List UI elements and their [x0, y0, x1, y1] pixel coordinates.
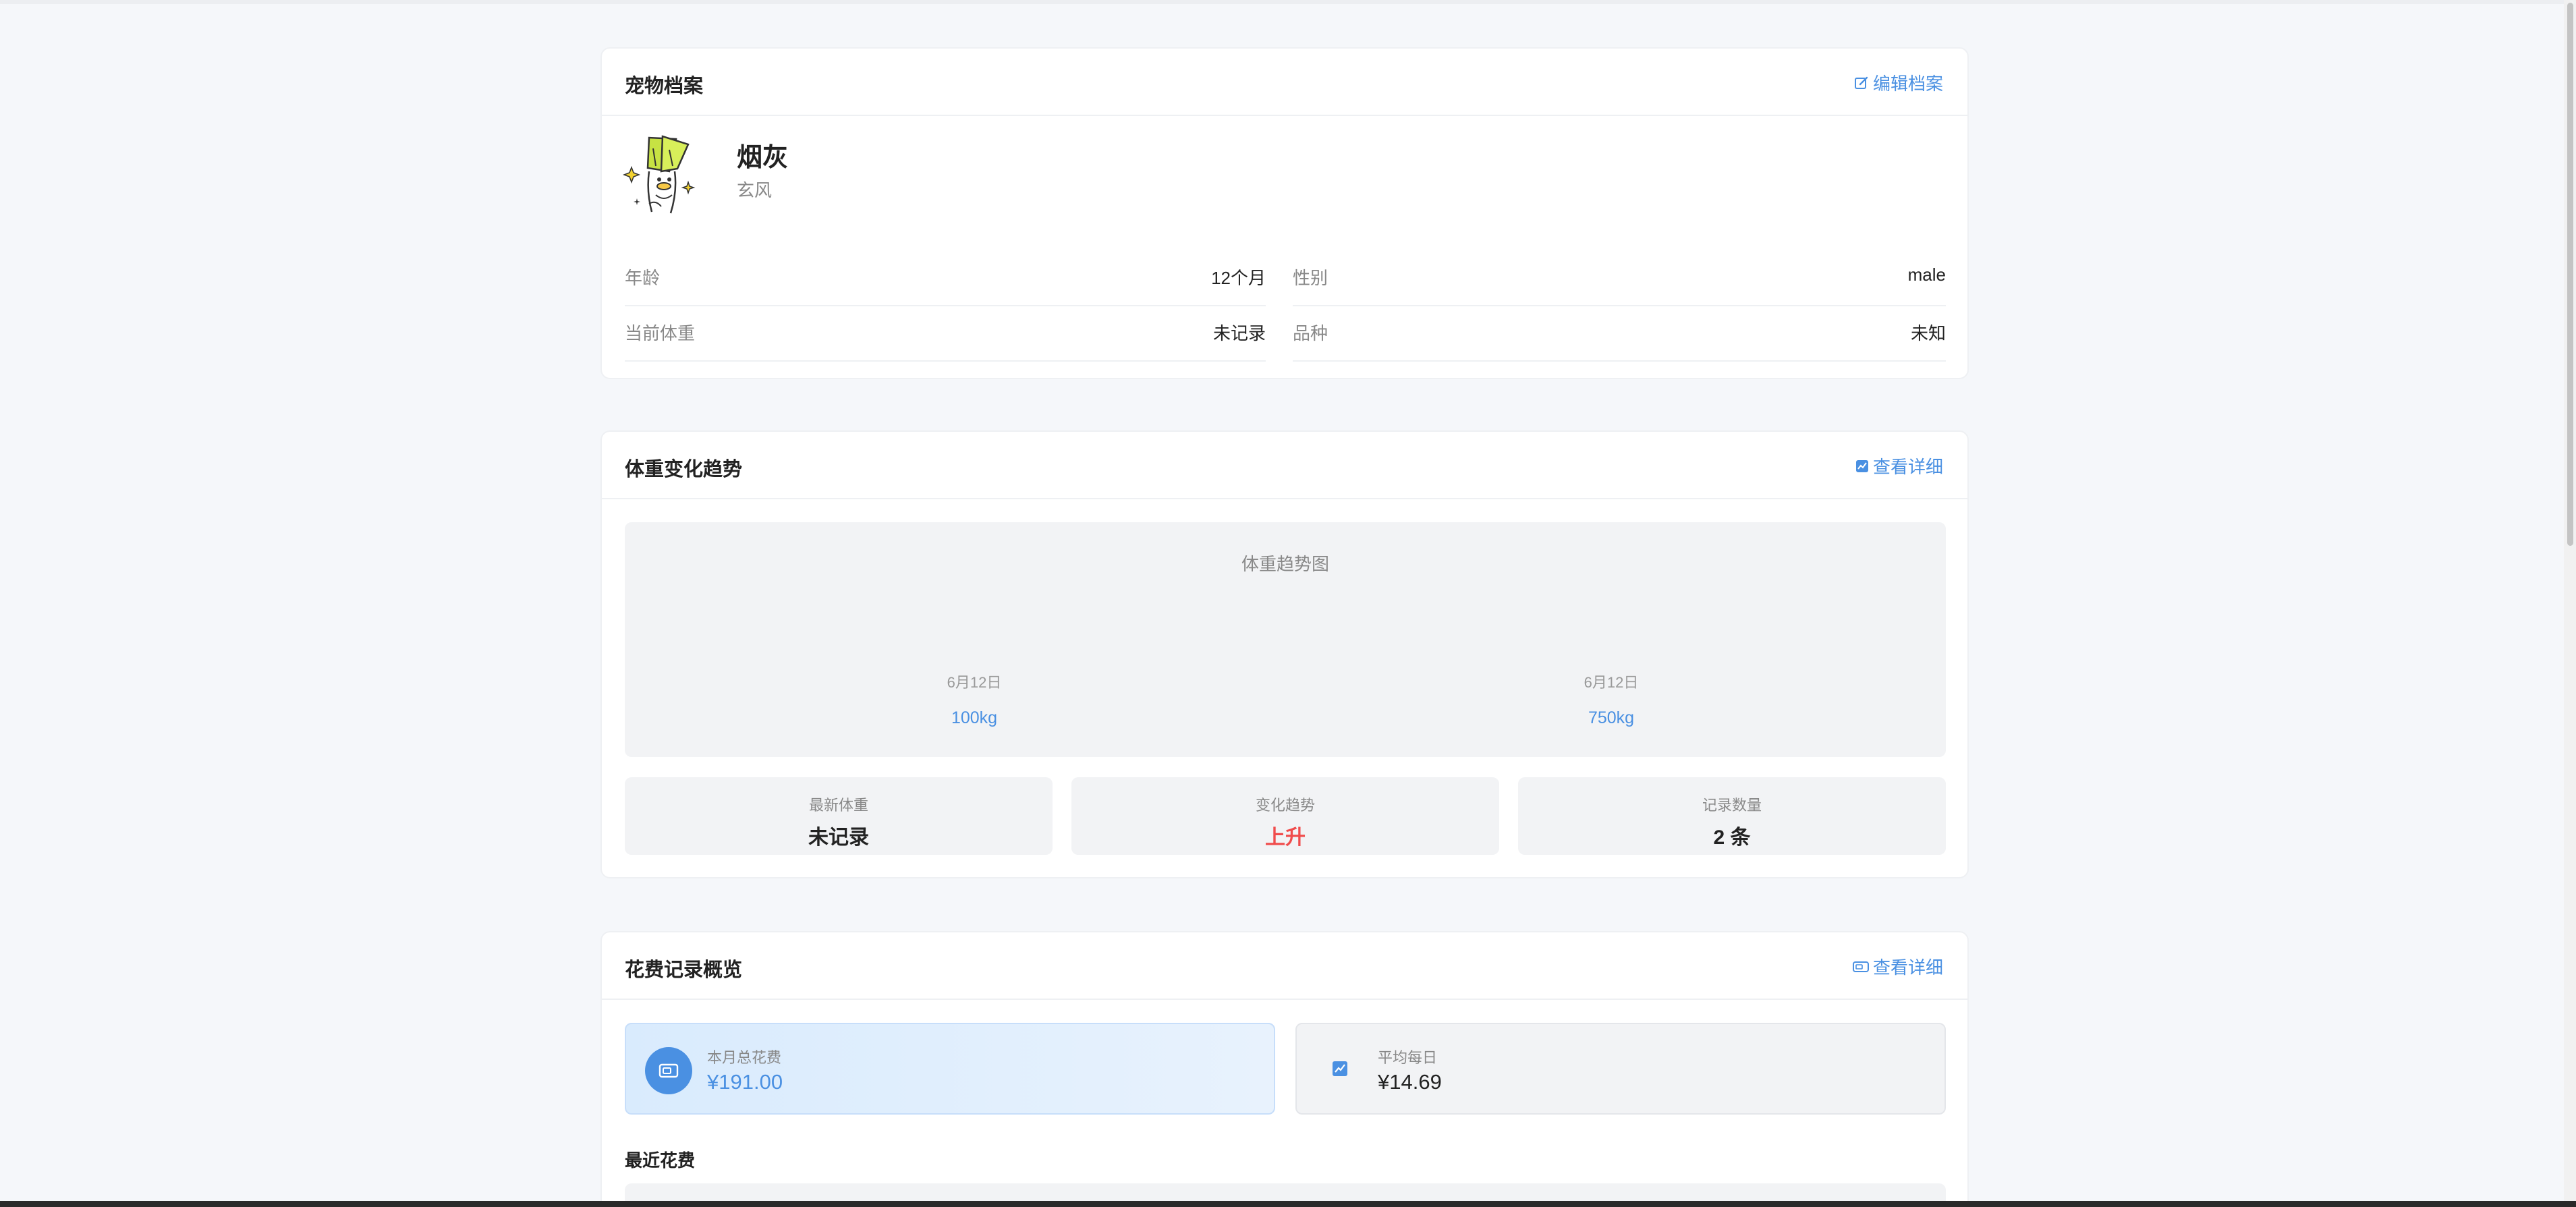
expense-detail-label: 查看详细 [1872, 957, 1943, 978]
chart-icon [1855, 459, 1868, 472]
daily-average-icon [1331, 1059, 1349, 1078]
money-icon [659, 1063, 679, 1078]
record-count-label: 记录数量 [1702, 797, 1762, 814]
trend-icon [1333, 1061, 1347, 1076]
expense-overview-title: 花费记录概览 [625, 959, 743, 981]
current-weight-label: 当前体重 [625, 323, 696, 343]
chart-point-1-value: 100kg [951, 708, 998, 727]
pet-profile-card: 宠物档案 编辑档案 烟灰 玄风 年龄 12个月 性别 male 当前体重 未记录… [600, 47, 1969, 379]
record-count-value: 2 条 [1713, 826, 1751, 849]
monthly-expense-box: 本月总花费 ¥191.00 [625, 1023, 1275, 1115]
monthly-expense-value: ¥191.00 [707, 1070, 783, 1094]
recent-expense-title: 最近花费 [625, 1150, 696, 1171]
info-row-age: 年龄 12个月 [625, 252, 1266, 306]
expense-overview-card: 花费记录概览 查看详细 本月总花费 ¥191.00 平均每日 ¥14.69 最近… [600, 931, 1969, 1207]
weight-trend-title: 体重变化趋势 [625, 459, 743, 480]
weight-detail-link[interactable]: 查看详细 [1855, 453, 1943, 478]
pet-name: 烟灰 [737, 144, 789, 172]
weight-trend-header: 体重变化趋势 查看详细 [602, 432, 1967, 499]
trend-label: 变化趋势 [1255, 797, 1315, 814]
pet-profile-title: 宠物档案 [625, 76, 704, 97]
daily-average-box: 平均每日 ¥14.69 [1295, 1023, 1946, 1115]
page: 宠物档案 编辑档案 烟灰 玄风 年龄 12个月 性别 male 当前体重 未记录… [0, 0, 2576, 1207]
gender-value: male [1907, 264, 1946, 285]
edit-icon [1854, 76, 1868, 89]
chart-point-2-value: 750kg [1588, 708, 1635, 727]
monthly-expense-label: 本月总花费 [707, 1049, 782, 1066]
pet-profile-header: 宠物档案 编辑档案 [602, 49, 1967, 116]
info-row-weight: 当前体重 未记录 [625, 308, 1266, 362]
trend-value: 上升 [1265, 826, 1306, 849]
pet-species: 玄风 [737, 180, 773, 200]
age-value: 12个月 [1211, 268, 1266, 288]
pet-avatar-illustration [622, 135, 696, 214]
latest-weight-label: 最新体重 [808, 797, 868, 814]
expense-detail-link[interactable]: 查看详细 [1852, 954, 1943, 979]
edit-profile-label: 编辑档案 [1872, 74, 1943, 94]
weight-trend-chart: 体重趋势图 6月12日 100kg 6月12日 750kg [625, 522, 1946, 757]
info-row-gender: 性别 male [1293, 252, 1946, 306]
chart-point-1: 6月12日 100kg [907, 671, 1042, 728]
monthly-expense-icon [645, 1047, 692, 1094]
chart-point-2: 6月12日 750kg [1544, 671, 1679, 728]
breed-value: 未知 [1910, 323, 1946, 343]
stat-latest-weight: 最新体重 未记录 [625, 777, 1053, 855]
current-weight-value: 未记录 [1212, 323, 1266, 343]
daily-average-value: ¥14.69 [1378, 1070, 1442, 1094]
info-row-breed: 品种 未知 [1293, 308, 1946, 362]
chart-point-1-date: 6月12日 [947, 674, 1002, 691]
gender-label: 性别 [1293, 268, 1328, 288]
daily-average-label: 平均每日 [1378, 1049, 1438, 1066]
chart-point-2-date: 6月12日 [1584, 674, 1639, 691]
money-icon [1852, 961, 1869, 972]
latest-weight-value: 未记录 [808, 826, 869, 849]
weight-detail-label: 查看详细 [1872, 457, 1943, 477]
weight-trend-card: 体重变化趋势 查看详细 体重趋势图 6月12日 100kg 6月12日 750k… [600, 430, 1969, 878]
top-bar [0, 0, 2576, 4]
window-bottom-edge [0, 1201, 2576, 1207]
edit-profile-link[interactable]: 编辑档案 [1854, 70, 1943, 95]
breed-label: 品种 [1293, 323, 1328, 343]
stat-record-count: 记录数量 2 条 [1518, 777, 1946, 855]
age-label: 年龄 [625, 268, 661, 288]
pet-avatar [622, 124, 703, 219]
chart-title: 体重趋势图 [1241, 554, 1329, 574]
scrollbar-thumb[interactable] [2567, 3, 2573, 546]
expense-overview-header: 花费记录概览 查看详细 [602, 932, 1967, 1000]
stat-trend: 变化趋势 上升 [1071, 777, 1499, 855]
